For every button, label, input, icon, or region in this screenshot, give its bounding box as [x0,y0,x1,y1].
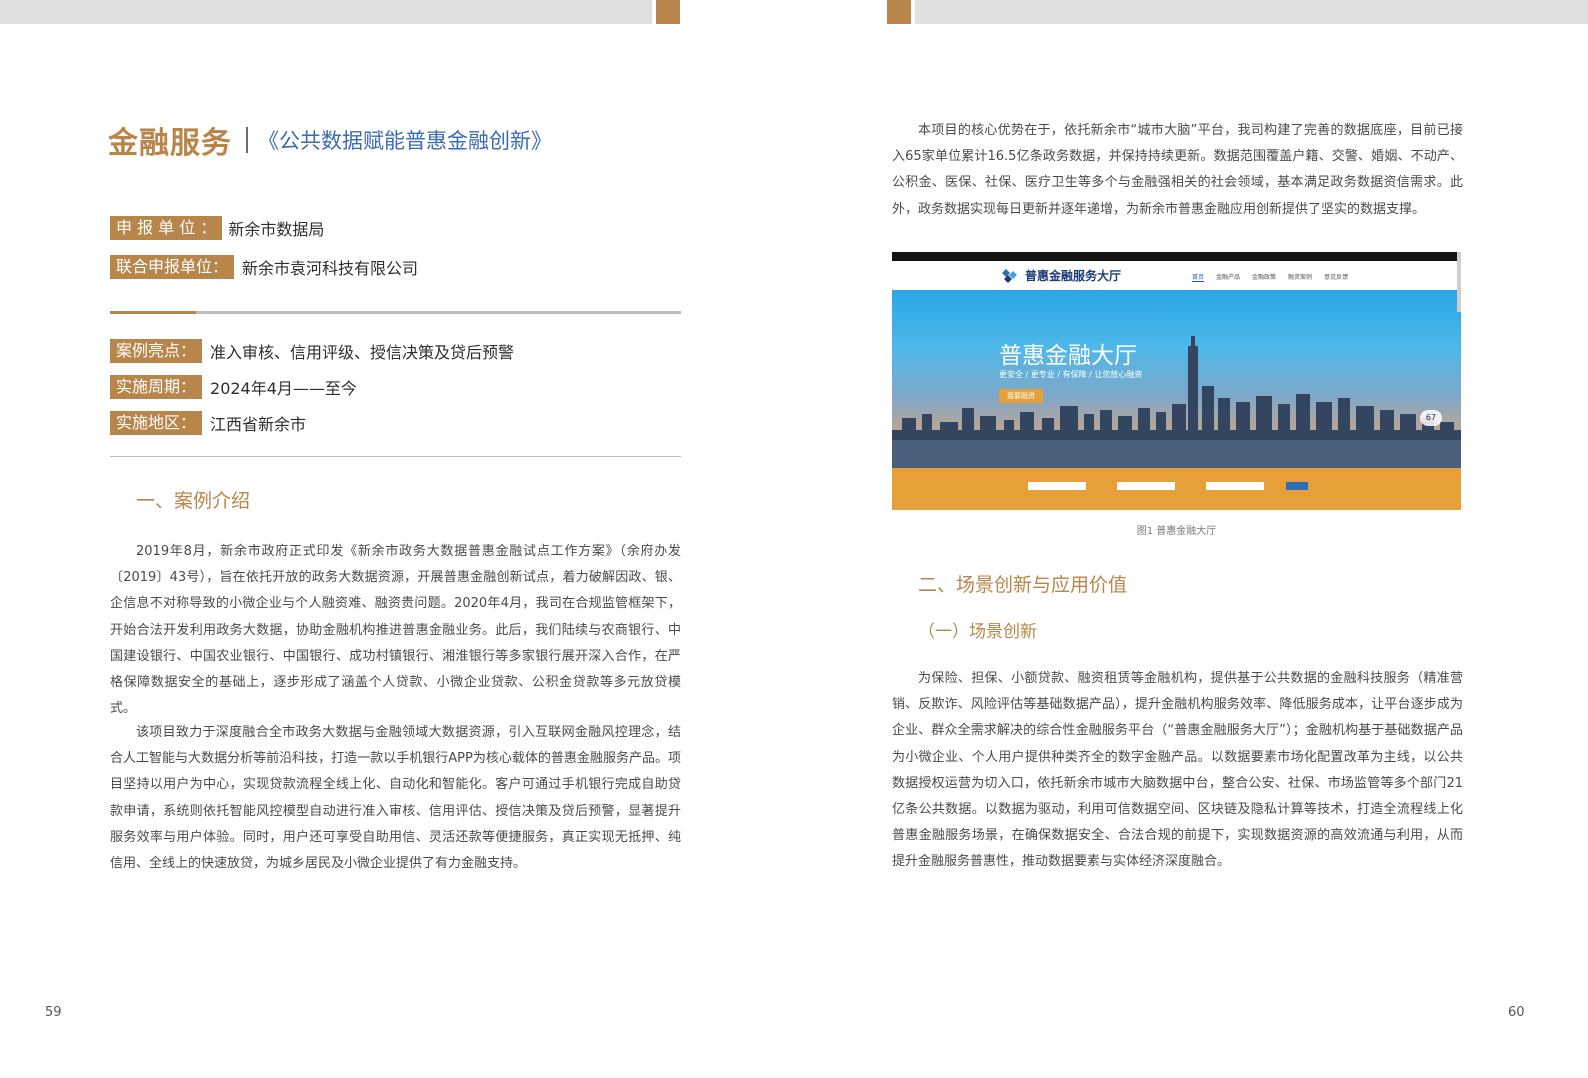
city-skyline-image [892,336,1461,468]
screenshot-hero: 普惠金融大厅 更安全 / 更专业 / 有保障 / 让您放心融资 我要融资 67 [892,290,1461,468]
screenshot-badge: 67 [1420,410,1442,426]
diamond-logo-icon [1002,269,1017,283]
screenshot-scrollbar [1457,252,1461,312]
page-number-right: 60 [1508,1005,1525,1020]
top-bar-left [0,0,652,24]
right-paragraph-2: 为保险、担保、小额贷款、融资租赁等金融机构，提供基于公共数据的金融科技服务（精准… [892,671,1463,870]
screenshot-search-button [1286,482,1308,490]
co-applicant-label: 联合申报单位： [110,255,235,279]
divider-accent-rule [110,311,681,314]
subsection1-heading: （一）场景创新 [918,622,1037,642]
screenshot-select-3 [1206,482,1264,490]
page-subtitle: 《公共数据赋能普惠金融创新》 [258,129,552,153]
highlights-row: 案例亮点： 准入审核、信用评级、授信决策及贷后预警 [110,339,514,363]
section2-heading: 二、场景创新与应用价值 [918,574,1128,596]
title-divider [246,127,248,153]
screenshot-menu-item: 意见反馈 [1324,274,1349,281]
highlights-label: 案例亮点： [110,339,203,363]
screenshot-menu-item: 首页 [1192,274,1205,282]
screenshot-menu-item: 融资案例 [1288,274,1313,281]
screenshot-navbar: 普惠金融服务大厅 首页 金融产品 金融政策 融资案例 意见反馈 [892,261,1461,290]
top-bar-accent-right [887,0,911,24]
section1-heading: 一、案例介绍 [136,490,251,512]
screenshot-menu-item: 金融政策 [1252,274,1277,281]
screenshot-select-2 [1117,482,1175,490]
applicant-label: 申 报 单 位 ： [110,216,223,240]
screenshot-menu-item: 金融产品 [1216,274,1241,281]
page-number-left: 59 [45,1005,62,1020]
page-title-row: 金融服务 《公共数据赋能普惠金融创新》 [108,118,552,162]
screenshot-select-1 [1028,482,1086,490]
applicant-value: 新余市数据局 [228,220,325,239]
top-bar-right [915,0,1588,24]
screenshot-search-bar [892,468,1461,510]
region-value: 江西省新余市 [210,415,307,434]
top-bar-accent-left [656,0,680,24]
right-intro-paragraph: 本项目的核心优势在于，依托新余市“城市大脑”平台，我司构建了完善的数据底座，目前… [892,123,1463,217]
period-label: 实施周期： [110,375,203,399]
section1-paragraph-2: 该项目致力于深度融合全市政务大数据与金融领域大数据资源，引入互联网金融风控理念，… [110,725,681,872]
figure-caption: 图1 普惠金融大厅 [1136,526,1217,537]
screenshot-hero-button: 我要融资 [999,389,1043,403]
screenshot-hero-title: 普惠金融大厅 [999,343,1137,369]
screenshot-brand: 普惠金融服务大厅 [1025,269,1122,283]
period-value: 2024年4月——至今 [210,379,357,398]
period-row: 实施周期： 2024年4月——至今 [110,375,357,399]
page-title: 金融服务 [108,126,232,161]
co-applicant-value: 新余市袁河科技有限公司 [242,259,419,278]
screenshot-hero-tagline: 更安全 / 更专业 / 有保障 / 让您放心融资 [999,370,1143,379]
highlights-value: 准入审核、信用评级、授信决策及贷后预警 [210,343,515,362]
platform-screenshot: 普惠金融服务大厅 首页 金融产品 金融政策 融资案例 意见反馈 普惠金融大厅 更… [892,252,1461,510]
applicant-row: 申 报 单 位 ： 新余市数据局 [110,216,324,240]
screenshot-top-strip [892,252,1461,261]
co-applicant-row: 联合申报单位： 新余市袁河科技有限公司 [110,255,418,279]
divider-rule [110,456,681,457]
region-label: 实施地区： [110,411,203,435]
screenshot-menu: 首页 金融产品 金融政策 融资案例 意见反馈 [1192,272,1348,282]
section1-paragraph-1: 2019年8月，新余市政府正式印发《新余市政务大数据普惠金融试点工作方案》（余府… [110,544,681,717]
region-row: 实施地区： 江西省新余市 [110,411,306,435]
